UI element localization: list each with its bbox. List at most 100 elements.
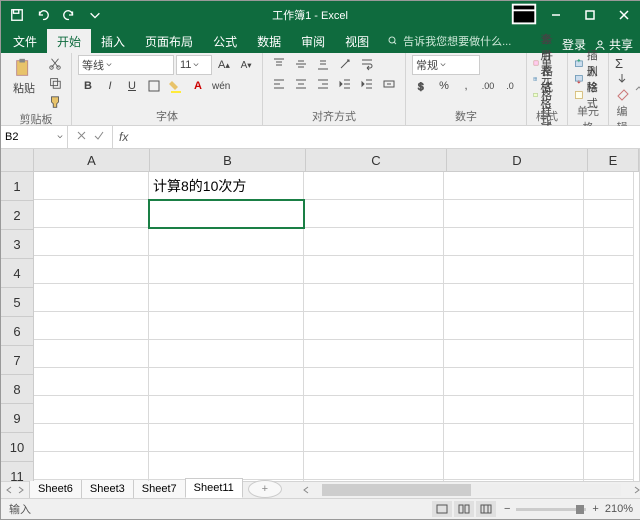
cell[interactable] xyxy=(34,284,149,312)
orientation-icon[interactable] xyxy=(335,55,355,73)
cell[interactable] xyxy=(444,172,584,200)
cell[interactable] xyxy=(444,228,584,256)
fill-icon[interactable] xyxy=(615,71,629,87)
page-layout-view-icon[interactable] xyxy=(454,501,474,517)
tab-file[interactable]: 文件 xyxy=(3,29,47,53)
cell[interactable] xyxy=(444,424,584,452)
cut-icon[interactable] xyxy=(45,55,65,73)
tab-layout[interactable]: 页面布局 xyxy=(135,29,203,53)
cell[interactable] xyxy=(34,480,149,481)
cell[interactable] xyxy=(34,200,149,228)
align-right-icon[interactable] xyxy=(313,75,333,93)
row-header[interactable]: 2 xyxy=(1,201,33,230)
cell[interactable] xyxy=(444,396,584,424)
page-break-view-icon[interactable] xyxy=(476,501,496,517)
cell[interactable] xyxy=(34,340,149,368)
tab-home[interactable]: 开始 xyxy=(47,29,91,53)
cell[interactable] xyxy=(304,368,444,396)
collapse-ribbon-icon[interactable] xyxy=(635,53,640,125)
cell[interactable] xyxy=(149,200,304,228)
increase-font-icon[interactable]: A▴ xyxy=(214,56,234,74)
cell[interactable] xyxy=(584,228,634,256)
cell[interactable] xyxy=(34,172,149,200)
cell[interactable] xyxy=(304,172,444,200)
tell-me[interactable]: 告诉我您想要做什么... xyxy=(379,29,562,53)
format-painter-icon[interactable] xyxy=(45,93,65,111)
sheet-tab[interactable]: Sheet3 xyxy=(81,479,134,498)
cell[interactable] xyxy=(34,228,149,256)
tab-review[interactable]: 审阅 xyxy=(291,29,335,53)
cell[interactable] xyxy=(304,200,444,228)
align-top-icon[interactable] xyxy=(269,55,289,73)
row-header[interactable]: 6 xyxy=(1,317,33,346)
cell[interactable] xyxy=(444,340,584,368)
minimize-button[interactable] xyxy=(539,1,573,29)
normal-view-icon[interactable] xyxy=(432,501,452,517)
increase-decimal-icon[interactable]: .00 xyxy=(478,77,498,95)
tab-formulas[interactable]: 公式 xyxy=(203,29,247,53)
row-header[interactable]: 1 xyxy=(1,172,33,201)
login-link[interactable]: 登录 xyxy=(562,36,586,53)
paste-button[interactable]: 粘贴 xyxy=(7,55,41,96)
col-header[interactable]: B xyxy=(150,149,306,171)
row-header[interactable]: 9 xyxy=(1,404,33,433)
decrease-indent-icon[interactable] xyxy=(335,75,355,93)
cell[interactable] xyxy=(584,424,634,452)
sheet-tab[interactable]: Sheet6 xyxy=(29,479,82,498)
fx-icon[interactable]: fx xyxy=(113,130,134,144)
align-middle-icon[interactable] xyxy=(291,55,311,73)
autosum-icon[interactable]: Σ xyxy=(615,55,623,71)
row-header[interactable]: 8 xyxy=(1,375,33,404)
cell[interactable] xyxy=(584,312,634,340)
cell[interactable] xyxy=(584,340,634,368)
cell[interactable] xyxy=(149,228,304,256)
cell[interactable] xyxy=(444,256,584,284)
cell[interactable] xyxy=(444,368,584,396)
select-all-corner[interactable] xyxy=(1,149,34,172)
horizontal-scrollbar[interactable] xyxy=(302,482,640,498)
cell[interactable] xyxy=(304,480,444,481)
cell[interactable] xyxy=(34,368,149,396)
zoom-control[interactable]: − + 210% xyxy=(504,503,633,515)
cell[interactable] xyxy=(304,228,444,256)
col-header[interactable]: C xyxy=(306,149,447,171)
cell[interactable] xyxy=(584,396,634,424)
underline-button[interactable]: U xyxy=(122,77,142,95)
font-name-combo[interactable]: 等线 xyxy=(78,55,174,75)
row-header[interactable]: 10 xyxy=(1,433,33,462)
percent-icon[interactable]: % xyxy=(434,77,454,95)
cell[interactable] xyxy=(444,200,584,228)
italic-button[interactable]: I xyxy=(100,77,120,95)
decrease-font-icon[interactable]: A▾ xyxy=(236,56,256,74)
cell[interactable] xyxy=(444,480,584,481)
cell[interactable] xyxy=(444,284,584,312)
align-bottom-icon[interactable] xyxy=(313,55,333,73)
cell[interactable] xyxy=(304,340,444,368)
cell[interactable] xyxy=(304,312,444,340)
row-header[interactable]: 4 xyxy=(1,259,33,288)
row-header[interactable]: 5 xyxy=(1,288,33,317)
cell[interactable] xyxy=(149,312,304,340)
tab-view[interactable]: 视图 xyxy=(335,29,379,53)
cell[interactable] xyxy=(149,340,304,368)
cell[interactable] xyxy=(34,256,149,284)
cancel-icon[interactable] xyxy=(76,130,87,144)
row-headers[interactable]: 123456789101112 xyxy=(1,172,34,481)
enter-icon[interactable] xyxy=(93,130,104,144)
bold-button[interactable]: B xyxy=(78,77,98,95)
cell[interactable] xyxy=(149,284,304,312)
column-headers[interactable]: ABCDE xyxy=(34,149,639,172)
increase-indent-icon[interactable] xyxy=(357,75,377,93)
cell[interactable]: 计算8的10次方 xyxy=(149,172,304,200)
align-left-icon[interactable] xyxy=(269,75,289,93)
align-center-icon[interactable] xyxy=(291,75,311,93)
cell[interactable] xyxy=(304,256,444,284)
cell[interactable] xyxy=(584,368,634,396)
cell-styles-button[interactable]: 单元格样式 xyxy=(533,87,561,103)
format-cells-button[interactable]: 格式 xyxy=(574,87,602,103)
cell[interactable] xyxy=(584,452,634,480)
cell[interactable] xyxy=(149,368,304,396)
cell[interactable] xyxy=(304,284,444,312)
merge-icon[interactable] xyxy=(379,75,399,93)
font-color-icon[interactable]: A xyxy=(188,77,208,95)
